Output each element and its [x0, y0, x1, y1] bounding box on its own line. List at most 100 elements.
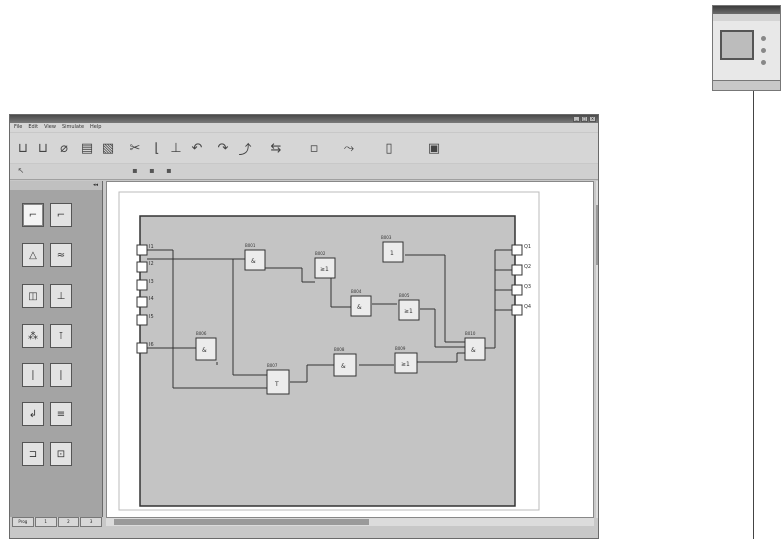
input-label: I5 [149, 314, 154, 320]
svg-text:B003: B003 [381, 235, 392, 240]
menu-help[interactable]: Help [90, 123, 101, 132]
undo-icon[interactable]: ↶ [188, 138, 206, 158]
palette-block-rst[interactable]: ≡ [50, 402, 72, 426]
svg-text:&: & [357, 304, 362, 311]
page-1-button[interactable]: 1 [34, 517, 57, 527]
connect-icon[interactable]: ⤴ [236, 138, 254, 158]
input-label: I4 [149, 296, 154, 302]
palette-block-ton[interactable]: ⁂ [22, 324, 44, 348]
palette-block-flm[interactable]: ⊐ [22, 442, 44, 466]
palette-dock-icon[interactable]: ◂◂ [93, 181, 98, 190]
output-terminal[interactable] [511, 244, 523, 256]
input-label: I3 [149, 279, 154, 285]
input-label: I1 [149, 244, 154, 250]
input-terminal[interactable] [136, 342, 148, 354]
menu-file[interactable]: File [14, 123, 22, 132]
palette-block-nand[interactable]: ≈ [50, 243, 72, 267]
input-terminal[interactable] [136, 279, 148, 291]
output-terminal[interactable] [511, 264, 523, 276]
palette-block-nor[interactable]: ◫ [22, 284, 44, 308]
input-label: I6 [149, 342, 154, 348]
svg-text:&: & [341, 363, 346, 370]
output-terminal[interactable] [511, 304, 523, 316]
close-button[interactable]: × [589, 116, 596, 122]
palette-status: Prog 1 2 3 [12, 517, 102, 527]
thumbnail-title-bar [713, 6, 780, 14]
svg-text:B007: B007 [267, 363, 278, 368]
input-terminal[interactable] [136, 261, 148, 273]
block-palette: ◂◂ ⌐ ⌐ △ ≈ ◫ ⊥ ⁂ ⊺ ∣ ∣ ↲ ≡ ⊐ ⊡ [10, 181, 103, 517]
input-terminal[interactable] [136, 244, 148, 256]
palette-block-not[interactable]: △ [22, 243, 44, 267]
output-label: Q3 [524, 284, 531, 290]
thumbnail-menu-bar [713, 14, 780, 21]
main-toolbar: ⊔ ⊔ ⌀ ▤ ▧ ✂ ⌊ ⊥ ↶ ↷ ⤴ ⇆ ▫ ⤳ ▯ ▣ [10, 133, 598, 163]
input-terminal[interactable] [136, 296, 148, 308]
redo-icon[interactable]: ↷ [214, 138, 232, 158]
print-icon[interactable]: ▤ [78, 138, 96, 158]
palette-header: ◂◂ [10, 181, 102, 190]
page-2-button[interactable]: 2 [57, 517, 80, 527]
mode-button[interactable]: Prog [12, 517, 34, 527]
vertical-scrollbar[interactable] [596, 181, 598, 518]
menu-simulate[interactable]: Simulate [62, 123, 84, 132]
svg-text:B006: B006 [196, 331, 207, 336]
simulate-icon[interactable]: ⤳ [340, 138, 358, 158]
save-icon[interactable]: ⌀ [55, 138, 73, 158]
transfer-icon[interactable]: ▧ [99, 138, 117, 158]
page-3-button[interactable]: 3 [80, 517, 102, 527]
distribute-icon[interactable]: ▪ [147, 166, 157, 176]
copy-icon[interactable]: ⌊ [148, 138, 166, 158]
svg-text:B005: B005 [399, 293, 410, 298]
paste-icon[interactable]: ⊥ [167, 138, 185, 158]
scroll-thumb[interactable] [596, 205, 598, 265]
snap-icon[interactable]: ▪ [164, 166, 174, 176]
input-label: I2 [149, 261, 154, 267]
title-bar: _ □ × [10, 115, 598, 123]
help-icon[interactable]: ▯ [380, 138, 398, 158]
drawing-canvas[interactable]: I1 I2 I3 I4 I5 I6 Q1 Q2 Q3 Q4 & B001 ≥1 … [106, 181, 594, 518]
menu-edit[interactable]: Edit [28, 123, 38, 132]
svg-text:1: 1 [390, 250, 394, 257]
zoom-icon[interactable]: ⇆ [267, 138, 285, 158]
minimize-button[interactable]: _ [573, 116, 580, 122]
maximize-button[interactable]: □ [581, 116, 588, 122]
device-display [720, 30, 754, 60]
svg-text:B009: B009 [395, 346, 406, 351]
application-window: _ □ × File Edit View Simulate Help ⊔ ⊔ ⌀… [9, 114, 599, 539]
svg-text:B004: B004 [351, 289, 362, 294]
device-key [761, 36, 766, 41]
grid-icon[interactable]: ▫ [305, 138, 323, 158]
pointer-icon[interactable]: ↖ [16, 166, 26, 176]
leader-line [753, 91, 754, 539]
svg-text:≥1: ≥1 [320, 266, 329, 273]
output-terminal[interactable] [511, 284, 523, 296]
svg-text:≥1: ≥1 [401, 361, 410, 368]
palette-block-cnt[interactable]: ∣ [22, 363, 44, 387]
settings-icon[interactable]: ▣ [425, 138, 443, 158]
svg-text:B008: B008 [334, 347, 345, 352]
cut-icon[interactable]: ✂ [126, 138, 144, 158]
svg-text:&: & [471, 347, 476, 354]
svg-text:B010: B010 [465, 331, 476, 336]
new-file-icon[interactable]: ⊔ [14, 138, 32, 158]
thumbnail-status-bar [713, 80, 780, 90]
horizontal-scrollbar[interactable] [106, 518, 594, 526]
palette-block-tof[interactable]: ⊺ [50, 324, 72, 348]
device-key [761, 60, 766, 65]
palette-block-and[interactable]: ⌐ [22, 203, 44, 227]
output-label: Q4 [524, 304, 531, 310]
palette-block-set[interactable]: ↲ [22, 402, 44, 426]
scroll-thumb[interactable] [114, 519, 369, 525]
palette-block-or[interactable]: ⌐ [50, 203, 72, 227]
palette-block-rs[interactable]: ∣ [50, 363, 72, 387]
palette-block-xor[interactable]: ⊥ [50, 284, 72, 308]
secondary-toolbar: ↖ ▪ ▪ ▪ [10, 164, 598, 180]
palette-block-dly[interactable]: ⊡ [50, 442, 72, 466]
align-icon[interactable]: ▪ [130, 166, 140, 176]
input-terminal[interactable] [136, 314, 148, 326]
output-label: Q2 [524, 264, 531, 270]
menu-view[interactable]: View [44, 123, 56, 132]
svg-text:B002: B002 [315, 251, 326, 256]
open-file-icon[interactable]: ⊔ [34, 138, 52, 158]
